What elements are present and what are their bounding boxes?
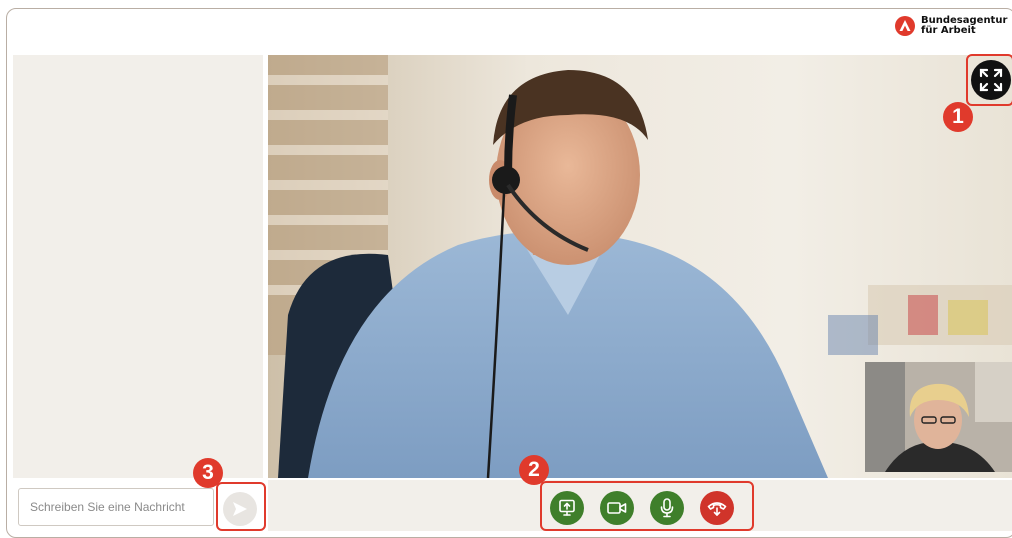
message-input[interactable] <box>18 488 214 526</box>
brand-name-line2: für Arbeit <box>921 25 976 36</box>
brand-name: Bundesagentur für Arbeit <box>921 16 1012 36</box>
callout-box-3 <box>216 482 266 531</box>
callout-badge-3: 3 <box>193 458 223 488</box>
self-view-thumbnail <box>865 362 1012 472</box>
callout-badge-1: 1 <box>943 102 973 132</box>
callout-box-2 <box>540 481 754 531</box>
brand-logo: Bundesagentur für Arbeit <box>895 16 1012 36</box>
chat-panel <box>13 55 263 478</box>
brand-logo-icon <box>895 16 915 36</box>
callout-box-1 <box>966 54 1012 106</box>
callout-badge-2: 2 <box>519 455 549 485</box>
self-view-frame <box>865 362 1012 472</box>
